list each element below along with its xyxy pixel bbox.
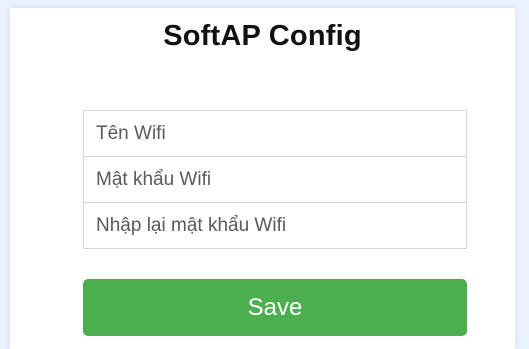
wifi-name-input[interactable] — [83, 110, 467, 157]
wifi-password-confirm-input[interactable] — [83, 202, 467, 249]
save-button[interactable]: Save — [83, 279, 467, 336]
softap-config-page: SoftAP Config Save — [10, 8, 515, 349]
page-title: SoftAP Config — [163, 20, 362, 52]
wifi-config-form — [83, 110, 467, 249]
wifi-password-input[interactable] — [83, 156, 467, 203]
